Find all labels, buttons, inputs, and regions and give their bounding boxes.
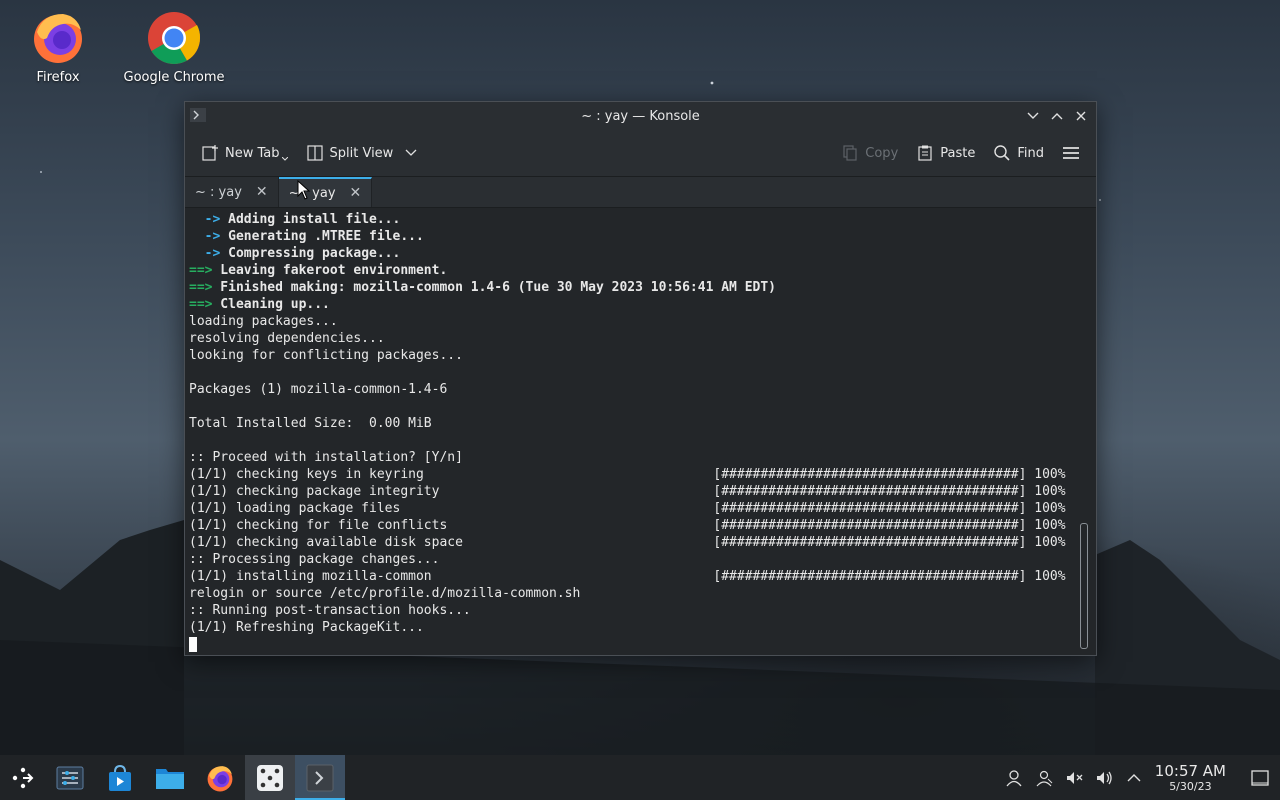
kde-connect-icon xyxy=(1036,770,1053,786)
konsole-window: ~ : yay — Konsole New Tab Split View Cop… xyxy=(184,101,1097,656)
hamburger-menu-icon xyxy=(1063,147,1079,159)
terminal-line: Packages (1) mozilla-common-1.4-6 xyxy=(189,382,448,397)
terminal-line: (1/1) installing mozilla-common [#######… xyxy=(189,569,1066,584)
desktop-icon-firefox[interactable]: Firefox xyxy=(3,0,113,85)
paste-icon xyxy=(918,145,932,161)
terminal-line: looking for conflicting packages... xyxy=(189,348,463,363)
firefox-icon xyxy=(29,8,87,66)
terminal-line: (1/1) checking available disk space [###… xyxy=(189,535,1066,550)
overview-button[interactable] xyxy=(45,755,95,800)
chevron-up-icon xyxy=(1127,773,1141,781)
chevron-up-icon xyxy=(1051,113,1063,120)
close-tab-icon[interactable]: ✕ xyxy=(256,184,268,200)
terminal-line: (1/1) checking keys in keyring [########… xyxy=(189,467,1066,482)
terminal-line: relogin or source /etc/profile.d/mozilla… xyxy=(189,586,581,601)
split-view-icon xyxy=(306,145,323,161)
terminal-line: -> Generating .MTREE file... xyxy=(204,229,424,244)
show-desktop-icon xyxy=(1251,769,1269,786)
window-title: ~ : yay — Konsole xyxy=(581,108,700,124)
chevron-down-icon xyxy=(405,149,417,156)
copy-button[interactable]: Copy xyxy=(835,140,904,166)
firefox-icon xyxy=(207,765,233,791)
minimize-button[interactable] xyxy=(1024,107,1042,125)
system-tray: 10:57 AM 5/30/23 xyxy=(999,755,1280,800)
window-titlebar[interactable]: ~ : yay — Konsole xyxy=(185,102,1096,130)
copy-icon xyxy=(843,145,857,161)
terminal-scrollbar[interactable] xyxy=(1080,214,1088,649)
terminal-line: resolving dependencies... xyxy=(189,331,385,346)
terminal-line: -> Adding install file... xyxy=(204,212,401,227)
terminal-line: -> Compressing package... xyxy=(204,246,401,261)
terminal-line: (1/1) checking package integrity [######… xyxy=(189,484,1066,499)
terminal-line: :: Processing package changes... xyxy=(189,552,440,567)
paste-button[interactable]: Paste xyxy=(910,140,981,166)
scrollbar-thumb[interactable] xyxy=(1080,523,1088,649)
chevron-down-icon xyxy=(1027,112,1039,119)
volume-icon xyxy=(1096,771,1112,784)
terminal-cursor xyxy=(189,637,197,652)
tab-bar: ~ : yay ✕ ~ : yay ✕ xyxy=(185,177,1096,208)
terminal-line: Total Installed Size: 0.00 MiB xyxy=(189,416,432,431)
find-button[interactable]: Find xyxy=(987,140,1050,166)
tab-2[interactable]: ~ : yay ✕ xyxy=(278,177,373,207)
overview-icon xyxy=(56,766,84,789)
new-tab-icon xyxy=(202,145,218,161)
connect-tray-button[interactable] xyxy=(1029,755,1059,800)
terminal-line: (1/1) checking for file conflicts [#####… xyxy=(189,518,1066,533)
tab-1[interactable]: ~ : yay ✕ xyxy=(185,177,279,207)
terminal-output[interactable]: -> Adding install file... -> Generating … xyxy=(185,208,1096,655)
terminal-line: (1/1) loading package files [###########… xyxy=(189,501,1066,516)
user-tray-button[interactable] xyxy=(999,755,1029,800)
tray-expand-button[interactable] xyxy=(1119,755,1149,800)
speaker-muted-icon xyxy=(1066,771,1083,784)
chrome-icon xyxy=(145,8,203,66)
split-view-button[interactable]: Split View xyxy=(300,140,424,166)
close-tab-icon[interactable]: ✕ xyxy=(350,185,362,201)
konsole-taskbar-button[interactable] xyxy=(295,755,345,800)
user-icon xyxy=(1006,769,1022,786)
dice-app-button[interactable] xyxy=(245,755,295,800)
audio-muted-tray-button[interactable] xyxy=(1059,755,1089,800)
mouse-pointer-icon xyxy=(297,180,311,200)
dropdown-indicator-icon xyxy=(281,157,288,161)
desktop-icon-chrome[interactable]: Google Chrome xyxy=(119,0,229,85)
close-button[interactable] xyxy=(1072,107,1090,125)
volume-tray-button[interactable] xyxy=(1089,755,1119,800)
discover-button[interactable] xyxy=(95,755,145,800)
terminal-line: loading packages... xyxy=(189,314,338,329)
terminal-line: :: Running post-transaction hooks... xyxy=(189,603,471,618)
terminal-line: (1/1) Refreshing PackageKit... xyxy=(189,620,424,635)
menu-button[interactable] xyxy=(1056,140,1086,166)
search-icon xyxy=(994,145,1010,161)
terminal-line: ==> Leaving fakeroot environment. xyxy=(189,263,448,278)
app-launcher-button[interactable] xyxy=(0,755,45,800)
discover-icon xyxy=(109,764,131,791)
taskbar: 10:57 AM 5/30/23 xyxy=(0,755,1280,800)
show-desktop-button[interactable] xyxy=(1240,755,1280,800)
terminal-line: :: Proceed with installation? [Y/n] xyxy=(189,450,463,465)
app-launcher-icon xyxy=(12,767,33,788)
toolbar: New Tab Split View Copy Paste Find xyxy=(185,130,1096,177)
dice-icon xyxy=(257,764,283,791)
files-button[interactable] xyxy=(145,755,195,800)
files-icon xyxy=(156,768,184,789)
konsole-icon xyxy=(190,108,206,122)
maximize-button[interactable] xyxy=(1048,107,1066,125)
terminal-prompt-line xyxy=(189,636,1096,653)
terminal-line: ==> Finished making: mozilla-common 1.4-… xyxy=(189,280,777,295)
konsole-icon xyxy=(306,764,334,791)
new-tab-button[interactable]: New Tab xyxy=(195,140,294,166)
close-icon xyxy=(1076,111,1086,121)
clock[interactable]: 10:57 AM 5/30/23 xyxy=(1155,762,1226,793)
terminal-line: ==> Cleaning up... xyxy=(189,297,330,312)
firefox-taskbar-button[interactable] xyxy=(195,755,245,800)
